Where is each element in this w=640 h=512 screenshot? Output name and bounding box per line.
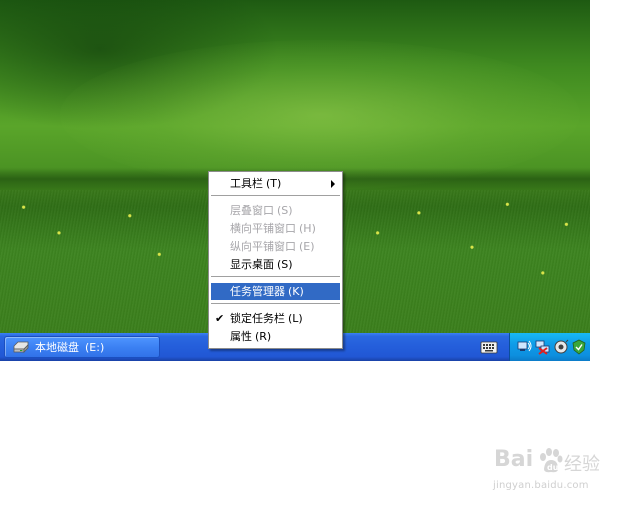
menu-item-label: 层叠窗口	[230, 204, 274, 217]
menu-item-label: 横向平铺窗口	[230, 222, 296, 235]
paw-logo-icon: du	[540, 448, 563, 473]
taskbar-button-label: 本地磁盘	[35, 341, 79, 354]
taskbar-context-menu: 工具栏 (T) 层叠窗口 (S) 横向平铺窗口 (H) 纵向平铺窗口 (E) 显示桌面(…	[208, 171, 343, 349]
network-icon[interactable]	[517, 339, 533, 355]
menu-item-lock-taskbar[interactable]: ✔ 锁定任务栏 (L)	[211, 310, 340, 327]
drive-icon	[13, 341, 29, 353]
menu-item-properties[interactable]: 属性 (R)	[211, 328, 340, 345]
volume-icon[interactable]	[553, 339, 569, 355]
menu-item-accelerator: (S)	[277, 204, 293, 217]
taskbar-button-drive: (E:)	[85, 340, 105, 354]
menu-item-accelerator: (T)	[266, 177, 282, 190]
menu-item-toolbars[interactable]: 工具栏 (T)	[211, 175, 340, 192]
menu-item-accelerator: (S)	[277, 258, 293, 271]
menu-item-label: 锁定任务栏	[230, 312, 285, 325]
menu-item-accelerator: (H)	[299, 222, 316, 235]
menu-item-accelerator: (E)	[299, 240, 315, 253]
watermark-brand: Bai	[494, 447, 534, 472]
security-icon[interactable]	[571, 339, 587, 355]
menu-item-label: 任务管理器	[230, 285, 285, 298]
watermark-text: 经验	[564, 454, 600, 475]
menu-separator	[211, 303, 340, 305]
network-disconnected-icon[interactable]	[535, 339, 551, 355]
menu-item-label: 工具栏	[230, 177, 263, 190]
menu-item-label: 显示桌面	[230, 258, 274, 271]
menu-item-accelerator: (L)	[288, 312, 303, 325]
checkmark-icon: ✔	[215, 312, 225, 325]
svg-text:du: du	[547, 463, 559, 472]
menu-item-accelerator: (R)	[255, 330, 272, 343]
menu-item-tile-vertically[interactable]: 纵向平铺窗口 (E)	[211, 238, 340, 255]
menu-item-tile-horizontally[interactable]: 横向平铺窗口 (H)	[211, 220, 340, 237]
submenu-arrow-icon	[331, 180, 335, 188]
menu-separator	[211, 276, 340, 278]
menu-separator	[211, 195, 340, 197]
menu-item-show-desktop[interactable]: 显示桌面 (S)	[211, 256, 340, 273]
menu-item-label: 属性	[230, 330, 252, 343]
menu-item-accelerator: (K)	[288, 285, 304, 298]
menu-item-label: 纵向平铺窗口	[230, 240, 296, 253]
screenshot: 本地磁盘 (E:) 工具栏 (T) 层叠窗口 (S) 横向平铺窗口 (H) 纵向…	[0, 0, 640, 512]
keyboard-icon[interactable]	[480, 339, 498, 355]
system-tray	[509, 333, 590, 361]
baidu-jingyan-watermark: Bai du 经验 jingyan.baidu.com	[487, 447, 612, 499]
watermark-url: jingyan.baidu.com	[493, 480, 589, 491]
menu-item-cascade-windows[interactable]: 层叠窗口 (S)	[211, 202, 340, 219]
taskbar-window-button[interactable]: 本地磁盘 (E:)	[4, 336, 160, 358]
menu-item-task-manager[interactable]: 任务管理器 (K)	[211, 283, 340, 300]
